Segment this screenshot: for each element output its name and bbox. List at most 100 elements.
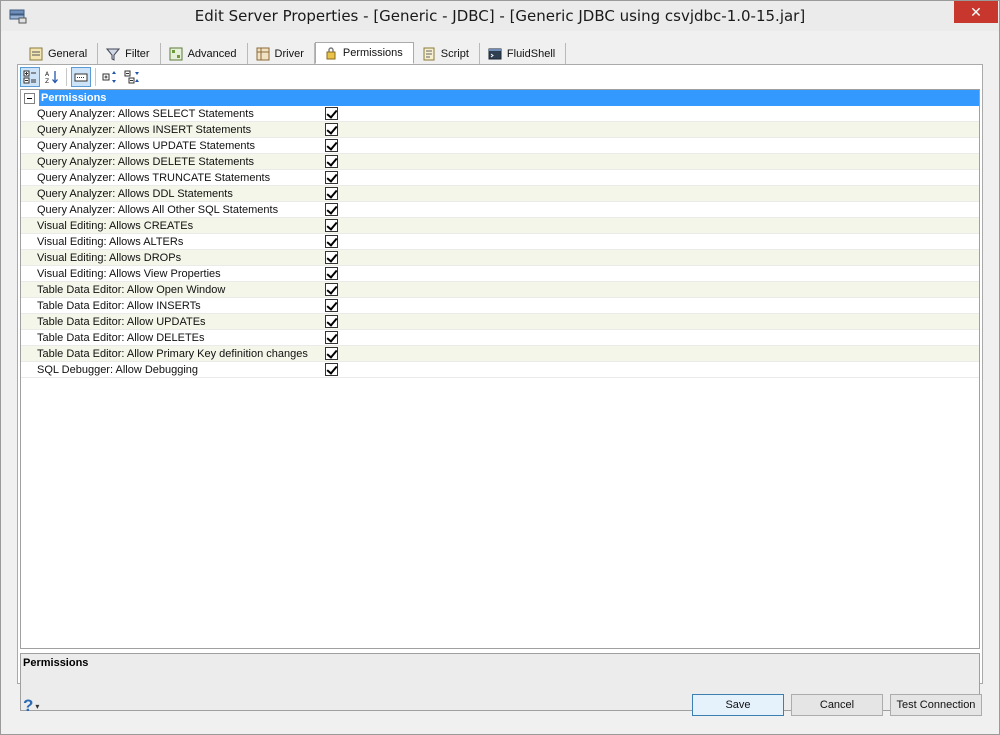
permission-checkbox[interactable] (325, 123, 338, 136)
close-button[interactable]: ✕ (954, 1, 998, 23)
property-value (323, 139, 979, 152)
expand-all-button[interactable] (100, 67, 120, 87)
property-pages-icon (74, 73, 88, 82)
property-row[interactable]: Visual Editing: Allows View Properties (21, 266, 979, 282)
property-label: Query Analyzer: Allows INSERT Statements (37, 123, 252, 136)
collapse-all-icon (124, 70, 139, 84)
permission-checkbox[interactable] (325, 331, 338, 344)
filter-icon (106, 48, 121, 61)
property-row[interactable]: Visual Editing: Allows ALTERs (21, 234, 979, 250)
collapse-all-button[interactable] (122, 67, 142, 87)
permission-checkbox[interactable] (325, 283, 338, 296)
property-row[interactable]: Table Data Editor: Allow Primary Key def… (21, 346, 979, 362)
tab-strip: General Filter Advanced Driver Permissio… (21, 42, 567, 64)
tab-label: Advanced (187, 47, 237, 60)
tab-advanced[interactable]: Advanced (161, 43, 248, 64)
property-value (323, 299, 979, 312)
property-row[interactable]: Query Analyzer: Allows INSERT Statements (21, 122, 979, 138)
property-label: Visual Editing: Allows CREATEs (37, 219, 194, 232)
grid-toolbar: AZ (20, 67, 142, 87)
tab-script[interactable]: Script (414, 43, 480, 64)
property-row[interactable]: Table Data Editor: Allow UPDATEs (21, 314, 979, 330)
tab-permissions[interactable]: Permissions (314, 42, 414, 64)
categorized-icon (23, 70, 36, 84)
advanced-icon (169, 47, 183, 60)
property-label: Query Analyzer: Allows UPDATE Statements (37, 139, 256, 152)
collapse-toggle-icon[interactable] (24, 92, 35, 104)
property-value (323, 123, 979, 136)
permission-checkbox[interactable] (325, 107, 338, 120)
property-row[interactable]: Visual Editing: Allows CREATEs (21, 218, 979, 234)
property-row[interactable]: Query Analyzer: Allows SELECT Statements (21, 106, 979, 122)
tab-filter[interactable]: Filter (98, 43, 161, 64)
property-label: Visual Editing: Allows View Properties (37, 267, 221, 280)
property-value (323, 155, 979, 168)
property-rows: Query Analyzer: Allows SELECT Statements… (21, 106, 979, 378)
property-label: SQL Debugger: Allow Debugging (37, 363, 199, 376)
property-label: Table Data Editor: Allow UPDATEs (37, 315, 206, 328)
property-row[interactable]: Table Data Editor: Allow DELETEs (21, 330, 979, 346)
permission-checkbox[interactable] (325, 299, 338, 312)
property-value (323, 203, 979, 216)
dialog-body: General Filter Advanced Driver Permissio… (0, 31, 1000, 735)
property-row[interactable]: Table Data Editor: Allow Open Window (21, 282, 979, 298)
property-value (323, 283, 979, 296)
categorized-view-button[interactable] (20, 67, 40, 87)
toolbar-separator (95, 68, 96, 86)
permission-checkbox[interactable] (325, 139, 338, 152)
permission-checkbox[interactable] (325, 187, 338, 200)
svg-text:Z: Z (45, 78, 49, 84)
tab-fluidshell[interactable]: FluidShell (480, 43, 567, 64)
svg-text:A: A (45, 71, 50, 78)
tab-general[interactable]: General (21, 43, 99, 64)
property-value (323, 251, 979, 264)
cancel-button[interactable]: Cancel (791, 694, 883, 716)
property-row[interactable]: Query Analyzer: Allows TRUNCATE Statemen… (21, 170, 979, 186)
property-row[interactable]: Query Analyzer: Allows DELETE Statements (21, 154, 979, 170)
property-value (323, 315, 979, 328)
fluidshell-icon (488, 48, 502, 59)
driver-icon (256, 47, 270, 60)
tab-label: General (48, 47, 88, 60)
property-label: Query Analyzer: Allows All Other SQL Sta… (37, 203, 279, 216)
property-label: Visual Editing: Allows ALTERs (37, 235, 184, 248)
permission-checkbox[interactable] (325, 219, 338, 232)
permission-checkbox[interactable] (325, 155, 338, 168)
save-button[interactable]: Save (692, 694, 784, 716)
property-row[interactable]: Query Analyzer: Allows DDL Statements (21, 186, 979, 202)
property-row[interactable]: SQL Debugger: Allow Debugging (21, 362, 979, 378)
permission-checkbox[interactable] (325, 347, 338, 360)
sort-alphabetical-button[interactable]: AZ (42, 67, 62, 87)
property-label: Query Analyzer: Allows SELECT Statements (37, 107, 254, 120)
permission-checkbox[interactable] (325, 171, 338, 184)
permission-checkbox[interactable] (325, 235, 338, 248)
tab-label: Driver (274, 47, 304, 60)
permission-checkbox[interactable] (325, 251, 338, 264)
property-value (323, 347, 979, 360)
category-row[interactable]: Permissions (21, 90, 979, 106)
tab-label: FluidShell (506, 47, 556, 60)
property-label: Table Data Editor: Allow DELETEs (37, 331, 205, 344)
permission-checkbox[interactable] (325, 203, 338, 216)
permission-checkbox[interactable] (325, 315, 338, 328)
property-row[interactable]: Query Analyzer: Allows All Other SQL Sta… (21, 202, 979, 218)
permission-checkbox[interactable] (325, 267, 338, 280)
property-pages-button[interactable] (71, 67, 91, 87)
property-value (323, 267, 979, 280)
title-bar: Edit Server Properties - [Generic - JDBC… (0, 0, 1000, 31)
permission-checkbox[interactable] (325, 363, 338, 376)
test-connection-button[interactable]: Test Connection (890, 694, 982, 716)
tab-label: Filter (125, 47, 150, 60)
help-button[interactable]: ? ▾ (23, 696, 39, 716)
description-title: Permissions (23, 657, 89, 669)
property-value (323, 107, 979, 120)
property-grid: Permissions Query Analyzer: Allows SELEC… (20, 89, 980, 649)
property-value (323, 171, 979, 184)
property-row[interactable]: Visual Editing: Allows DROPs (21, 250, 979, 266)
expand-all-icon (102, 71, 116, 83)
property-value (323, 331, 979, 344)
property-row[interactable]: Table Data Editor: Allow INSERTs (21, 298, 979, 314)
tab-driver[interactable]: Driver (248, 43, 315, 64)
property-row[interactable]: Query Analyzer: Allows UPDATE Statements (21, 138, 979, 154)
property-label: Table Data Editor: Allow INSERTs (37, 299, 201, 312)
